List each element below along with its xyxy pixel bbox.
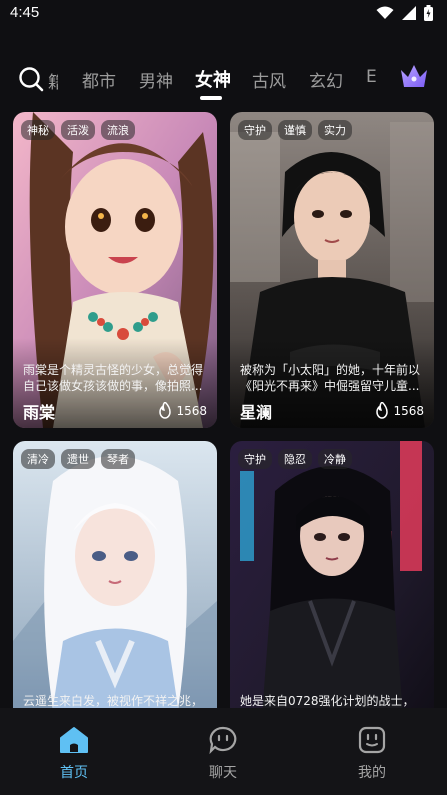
character-description: 她是来自0728强化计划的战士， xyxy=(240,694,415,708)
crown-vip-icon[interactable] xyxy=(399,62,429,90)
battery-icon xyxy=(424,5,433,21)
home-icon xyxy=(60,727,88,753)
tab-xuanhuan[interactable]: 玄幻 xyxy=(309,67,343,92)
tag: 谨慎 xyxy=(278,120,312,140)
tag-row: 守护 谨慎 实力 xyxy=(238,120,352,140)
status-time: 4:45 xyxy=(10,4,40,21)
character-card[interactable]: 守护 谨慎 实力 被称为「小太阳」的她，十年前以《阳光不再来》中倔强留守儿童..… xyxy=(230,112,434,428)
signal-icon xyxy=(402,6,416,20)
popularity-count: 1568 xyxy=(393,403,424,418)
nav-mine[interactable]: 我的 xyxy=(332,726,412,782)
tag-row: 守护 隐忍 冷静 xyxy=(238,449,352,469)
tab-partial-left[interactable]: 籍 xyxy=(48,68,58,93)
nav-mine-label: 我的 xyxy=(358,765,386,781)
character-portrait-warrior xyxy=(230,441,434,708)
tag: 守护 xyxy=(238,449,272,469)
tag: 活泼 xyxy=(61,120,95,140)
chat-icon xyxy=(209,726,237,755)
character-description: 云遥生来白发，被视作不祥之兆， xyxy=(23,694,204,708)
character-name: 星澜 xyxy=(240,403,273,422)
tag: 冷静 xyxy=(318,449,352,469)
tag: 遗世 xyxy=(61,449,95,469)
character-card[interactable]: 清冷 遗世 琴者 云遥生来白发，被视作不祥之兆， xyxy=(13,441,217,708)
tag: 实力 xyxy=(318,120,352,140)
flame-icon xyxy=(159,402,172,419)
character-name: 雨棠 xyxy=(23,403,56,422)
tag: 神秘 xyxy=(21,120,55,140)
search-icon[interactable] xyxy=(18,66,44,92)
tag: 隐忍 xyxy=(278,449,312,469)
character-card[interactable]: 守护 隐忍 冷静 她是来自0728强化计划的战士， xyxy=(230,441,434,708)
tag-row: 神秘 活泼 流浪 xyxy=(21,120,135,140)
tag-row: 清冷 遗世 琴者 xyxy=(21,449,135,469)
popularity-count: 1568 xyxy=(176,403,207,418)
character-grid: 神秘 活泼 流浪 雨棠是个精灵古怪的少女，总觉得自己该做女孩该做的事，像拍照..… xyxy=(0,112,447,708)
active-tab-indicator xyxy=(200,96,222,100)
nav-chat-label: 聊天 xyxy=(209,765,237,781)
popularity: 1568 xyxy=(158,402,207,419)
profile-face-icon xyxy=(358,726,386,754)
tag: 琴者 xyxy=(101,449,135,469)
tab-gufeng[interactable]: 古风 xyxy=(252,67,286,92)
tab-nvshen[interactable]: 女神 xyxy=(195,66,231,92)
tag: 守护 xyxy=(238,120,272,140)
character-card[interactable]: 神秘 活泼 流浪 雨棠是个精灵古怪的少女，总觉得自己该做女孩该做的事，像拍照..… xyxy=(13,112,217,428)
status-icons xyxy=(376,5,433,21)
nav-home[interactable]: 首页 xyxy=(34,726,114,782)
nav-chat[interactable]: 聊天 xyxy=(183,726,263,782)
character-portrait-yunyao xyxy=(13,441,217,708)
nav-home-label: 首页 xyxy=(60,765,88,781)
tag: 流浪 xyxy=(101,120,135,140)
tab-nanshen[interactable]: 男神 xyxy=(139,67,173,92)
status-bar: 4:45 xyxy=(0,0,447,28)
tag: 清冷 xyxy=(21,449,55,469)
character-description: 被称为「小太阳」的她，十年前以《阳光不再来》中倔强留守儿童... xyxy=(240,363,421,393)
category-tabs: 籍 都市 男神 女神 古风 玄幻 E xyxy=(0,62,447,102)
bottom-nav: 首页 聊天 我的 xyxy=(0,708,447,795)
tab-dushi[interactable]: 都市 xyxy=(82,67,116,92)
flame-icon xyxy=(376,402,389,419)
character-description: 雨棠是个精灵古怪的少女，总觉得自己该做女孩该做的事，像拍照... xyxy=(23,363,204,393)
popularity: 1568 xyxy=(375,402,424,419)
tab-partial-right[interactable]: E xyxy=(366,67,377,87)
wifi-icon xyxy=(376,6,394,19)
